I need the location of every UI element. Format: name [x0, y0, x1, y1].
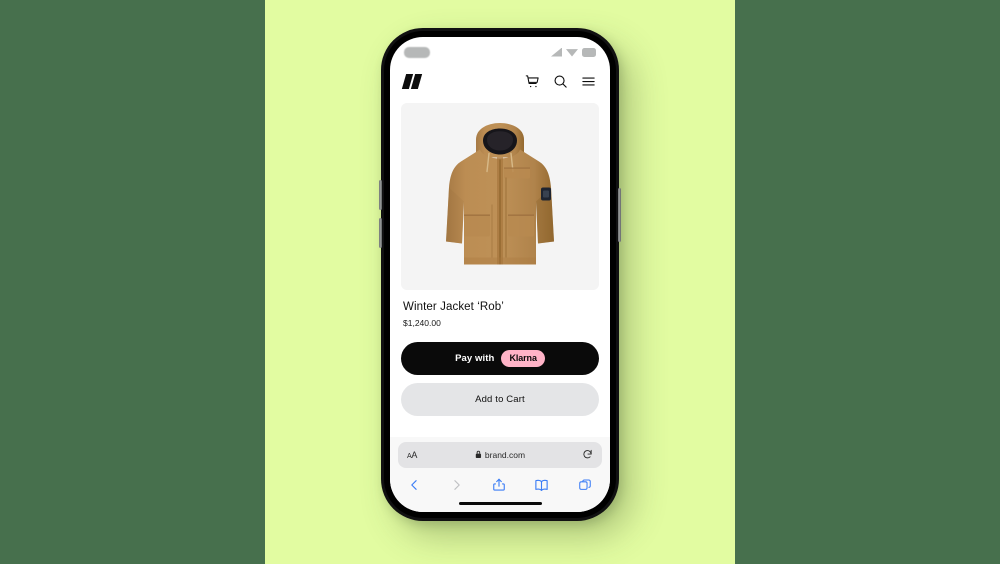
cart-icon[interactable] [525, 74, 540, 89]
action-buttons: Pay with Klarna Add to Cart [390, 328, 610, 416]
volume-down-button[interactable] [379, 218, 382, 248]
site-header [390, 63, 610, 99]
power-button[interactable] [618, 188, 621, 242]
bookmarks-button[interactable] [534, 477, 549, 493]
klarna-logo-badge: Klarna [501, 350, 545, 367]
scene-root: Winter Jacket ‘Rob’ $1,240.00 Pay with K… [0, 0, 1000, 564]
url-display: brand.com [475, 450, 525, 460]
search-icon[interactable] [553, 74, 568, 89]
phone-device: Winter Jacket ‘Rob’ $1,240.00 Pay with K… [379, 28, 621, 521]
phone-screen: Winter Jacket ‘Rob’ $1,240.00 Pay with K… [390, 37, 610, 512]
address-bar[interactable]: AA brand.com [398, 441, 602, 468]
product-price: $1,240.00 [403, 318, 441, 328]
product-info: Winter Jacket ‘Rob’ $1,240.00 [390, 290, 610, 328]
product-title: Winter Jacket ‘Rob’ [403, 301, 504, 313]
volume-up-button[interactable] [379, 180, 382, 210]
home-indicator [458, 501, 542, 505]
status-time [404, 46, 430, 58]
signal-icon [551, 47, 562, 57]
status-bar [390, 37, 610, 63]
product-image[interactable] [401, 103, 599, 290]
wifi-icon [566, 49, 578, 57]
tabs-button[interactable] [578, 477, 592, 493]
browser-toolbar [390, 470, 610, 500]
forward-button[interactable] [450, 477, 463, 493]
text-size-button[interactable]: AA [407, 450, 417, 460]
reload-icon[interactable] [582, 449, 593, 460]
share-button[interactable] [492, 476, 506, 493]
back-button[interactable] [408, 477, 421, 493]
menu-icon[interactable] [581, 74, 596, 89]
status-indicators [551, 47, 596, 57]
lock-icon [475, 450, 482, 458]
safari-browser-chrome: AA brand.com [390, 436, 610, 512]
pay-with-klarna-button[interactable]: Pay with Klarna [401, 342, 599, 375]
add-to-cart-button[interactable]: Add to Cart [401, 383, 599, 416]
brand-logo[interactable] [401, 73, 423, 89]
battery-icon [582, 47, 596, 57]
url-text: brand.com [484, 449, 526, 460]
klarna-pay-label: Pay with [455, 353, 495, 364]
header-icon-group [525, 74, 596, 89]
